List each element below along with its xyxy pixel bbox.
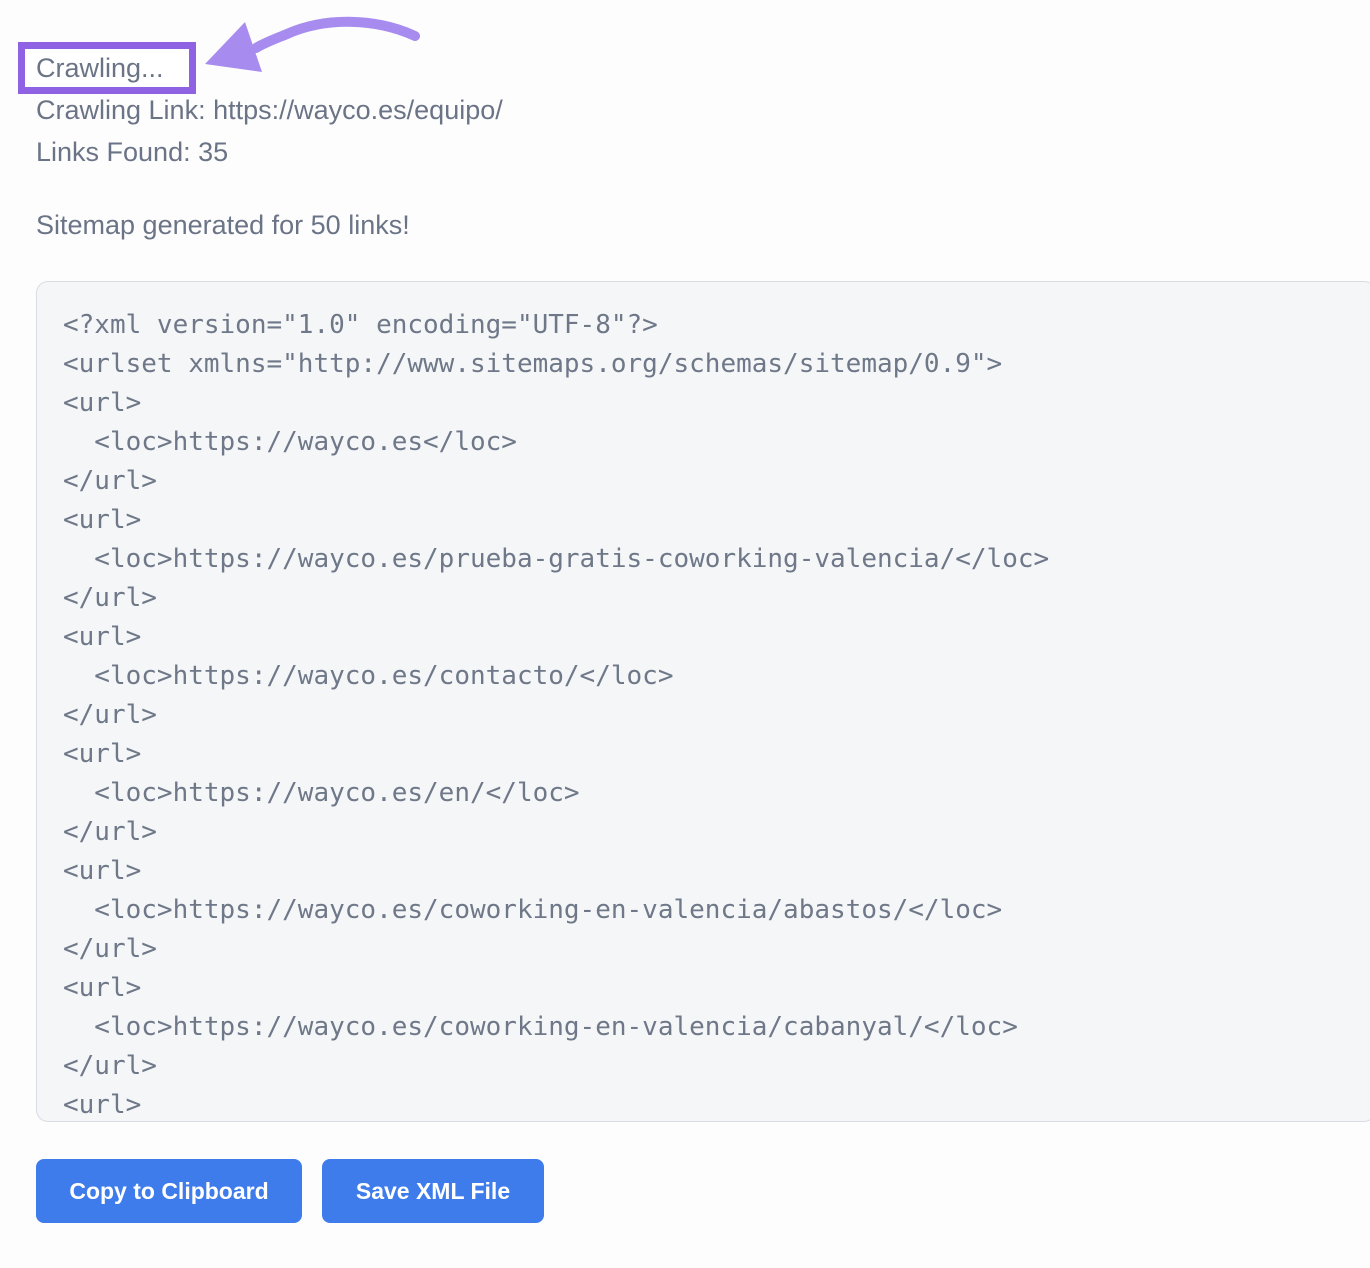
xml-code-line: </url> <box>63 1047 1370 1086</box>
xml-code-line: <url> <box>63 1086 1370 1122</box>
links-found-text: Links Found: 35 <box>36 137 228 167</box>
crawling-status-text: Crawling... <box>36 53 164 84</box>
curved-arrow-icon <box>190 10 435 90</box>
xml-code-line: <?xml version="1.0" encoding="UTF-8"?> <box>63 306 1370 345</box>
xml-code-line: <url> <box>63 735 1370 774</box>
save-xml-file-button[interactable]: Save XML File <box>322 1159 544 1223</box>
xml-code-line: <loc>https://wayco.es</loc> <box>63 423 1370 462</box>
xml-code-line: <loc>https://wayco.es/prueba-gratis-cowo… <box>63 540 1370 579</box>
xml-code-line: <url> <box>63 384 1370 423</box>
xml-code-line: </url> <box>63 579 1370 618</box>
xml-code-line: </url> <box>63 696 1370 735</box>
xml-code-line: <url> <box>63 969 1370 1008</box>
xml-code-line: <url> <box>63 852 1370 891</box>
crawling-link-text: Crawling Link: https://wayco.es/equipo/ <box>36 95 503 125</box>
xml-code-line: </url> <box>63 462 1370 501</box>
xml-code-line: <loc>https://wayco.es/contacto/</loc> <box>63 657 1370 696</box>
xml-code-line: <loc>https://wayco.es/coworking-en-valen… <box>63 891 1370 930</box>
xml-code-line: <loc>https://wayco.es/coworking-en-valen… <box>63 1008 1370 1047</box>
sitemap-xml-output[interactable]: <?xml version="1.0" encoding="UTF-8"?><u… <box>36 281 1370 1122</box>
xml-code-line: <url> <box>63 618 1370 657</box>
xml-code-line: </url> <box>63 930 1370 969</box>
xml-code-line: <loc>https://wayco.es/en/</loc> <box>63 774 1370 813</box>
xml-code-line: </url> <box>63 813 1370 852</box>
sitemap-generated-text: Sitemap generated for 50 links! <box>36 210 410 240</box>
xml-code-line: <url> <box>63 501 1370 540</box>
xml-code-line: <urlset xmlns="http://www.sitemaps.org/s… <box>63 345 1370 384</box>
copy-to-clipboard-button[interactable]: Copy to Clipboard <box>36 1159 302 1223</box>
crawling-status-highlight-box: Crawling... <box>18 42 196 94</box>
